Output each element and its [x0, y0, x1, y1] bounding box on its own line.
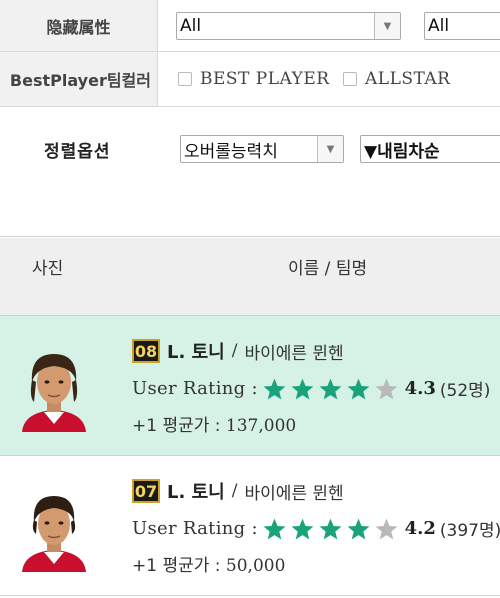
player-photo: [22, 496, 86, 572]
name-team-column-header: 이름 / 팀명: [288, 259, 368, 279]
chevron-down-icon: ▼: [317, 136, 343, 162]
rating-stars: [262, 517, 399, 541]
best-player-checkbox-option[interactable]: BEST PLAYER: [178, 52, 330, 106]
hidden-attr-label: 隐藏属性: [0, 0, 158, 51]
hidden-attr-select-2[interactable]: All: [424, 12, 500, 40]
sort-order-value: ▼내림차순: [364, 141, 440, 162]
sort-order-select[interactable]: ▼내림차순: [360, 135, 500, 163]
star-empty-icon: [375, 518, 398, 539]
best-player-checkbox[interactable]: [178, 72, 192, 86]
average-price-line: +1 평균가 : 137,000: [132, 411, 296, 436]
star-filled-icon: [319, 518, 342, 539]
player-name-link[interactable]: L. 토니: [167, 338, 225, 364]
player-name-line: 08 L. 토니 / 바이에른 뮌헨: [132, 338, 344, 364]
vote-count: (52명): [439, 381, 491, 401]
sort-options-row: 정렬옵션 오버롤능력치 ▼ ▼내림차순: [0, 107, 500, 237]
sort-options-label: 정렬옵션: [44, 142, 111, 162]
star-filled-icon: [263, 378, 286, 399]
player-name-link[interactable]: L. 토니: [167, 478, 225, 504]
team-name: 바이에른 뮌헨: [244, 483, 344, 504]
hidden-attr-select-2-value: All: [428, 16, 450, 36]
sort-by-value: 오버롤능력치: [184, 141, 278, 162]
user-rating-label: User Rating: [132, 518, 246, 539]
player-row[interactable]: 08 L. 토니 / 바이에른 뮌헨 User Rating : 4.3 (52…: [0, 316, 500, 456]
player-photo: [22, 354, 86, 432]
team-color-filter-row: BestPlayer팀컬러 BEST PLAYER ALLSTAR: [0, 52, 500, 107]
team-color-label: BestPlayer팀컬러: [0, 52, 158, 106]
allstar-checkbox-option[interactable]: ALLSTAR: [343, 52, 451, 106]
average-price-value: 137,000: [225, 416, 297, 436]
user-rating-colon: :: [251, 378, 258, 399]
chevron-down-icon: ▼: [374, 13, 400, 39]
user-rating-label: User Rating: [132, 378, 246, 399]
photo-column-header: 사진: [32, 259, 64, 279]
allstar-checkbox-label: ALLSTAR: [365, 69, 451, 89]
player-name-line: 07 L. 토니 / 바이에른 뮌헨: [132, 478, 344, 504]
star-filled-icon: [291, 378, 314, 399]
best-player-checkbox-label: BEST PLAYER: [200, 69, 330, 89]
average-price-value: 50,000: [225, 556, 286, 576]
user-rating-line: User Rating : 4.3 (52명): [132, 376, 490, 401]
average-price-label: +1 평균가 :: [132, 416, 221, 436]
average-price-label: +1 평균가 :: [132, 556, 221, 576]
average-price-line: +1 평균가 : 50,000: [132, 551, 285, 576]
grade-badge: 07: [132, 479, 160, 503]
star-empty-icon: [375, 378, 398, 399]
rating-stars: [262, 377, 399, 401]
name-team-separator: /: [231, 481, 238, 501]
allstar-checkbox[interactable]: [343, 72, 357, 86]
team-name: 바이에른 뮌헨: [244, 343, 344, 364]
star-filled-icon: [347, 378, 370, 399]
name-team-separator: /: [231, 341, 238, 361]
star-filled-icon: [291, 518, 314, 539]
star-filled-icon: [263, 518, 286, 539]
vote-count: (397명): [439, 521, 500, 541]
rating-value: 4.3: [404, 378, 436, 399]
user-rating-colon: :: [251, 518, 258, 539]
hidden-attr-filter-row: 隐藏属性 All ▼ All: [0, 0, 500, 52]
player-row[interactable]: 07 L. 토니 / 바이에른 뮌헨 User Rating : 4.2 (39…: [0, 456, 500, 596]
grade-badge: 08: [132, 339, 160, 363]
hidden-attr-select-1-value: All: [180, 16, 202, 36]
star-filled-icon: [319, 378, 342, 399]
user-rating-line: User Rating : 4.2 (397명): [132, 516, 500, 541]
sort-by-select[interactable]: 오버롤능력치 ▼: [180, 135, 344, 163]
table-header: 사진 이름 / 팀명: [0, 238, 500, 316]
hidden-attr-select-1[interactable]: All ▼: [176, 12, 401, 40]
rating-value: 4.2: [404, 518, 436, 539]
star-filled-icon: [347, 518, 370, 539]
